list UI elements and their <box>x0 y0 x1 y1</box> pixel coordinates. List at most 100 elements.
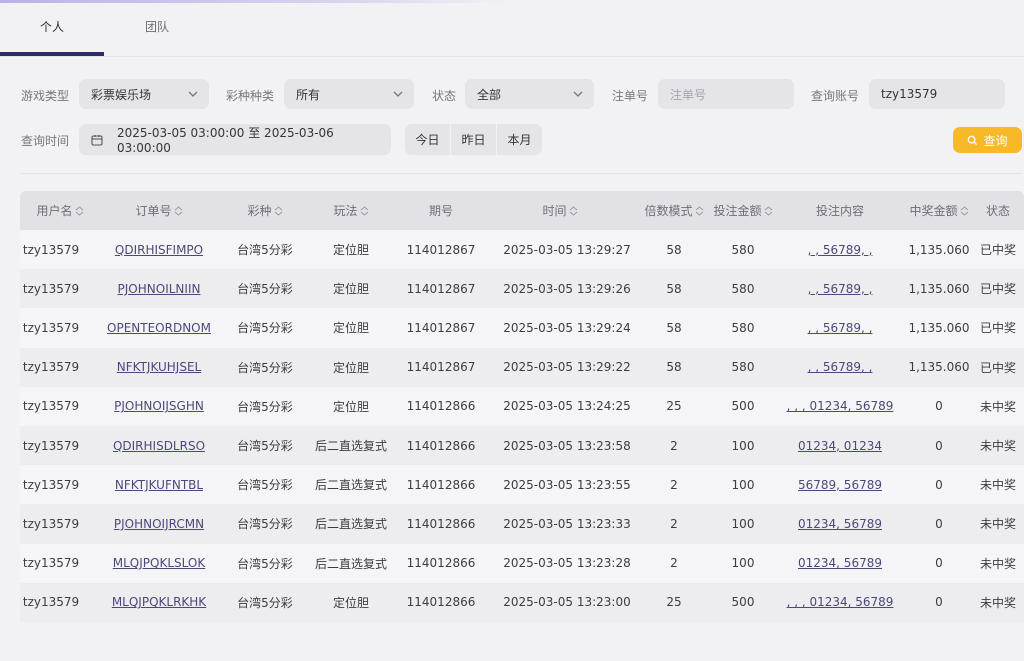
bet-content-link[interactable]: , , 56789, , <box>808 243 873 257</box>
chevron-down-icon <box>393 91 403 97</box>
order-no-link[interactable]: OPENTEORDNOM <box>107 321 211 335</box>
header-amount[interactable]: 投注金额 <box>708 191 778 230</box>
header-order-no[interactable]: 订单号 <box>100 191 218 230</box>
sort-icon <box>75 205 83 216</box>
tab-team[interactable]: 团队 <box>145 18 169 35</box>
cell-time-text: 2025-03-05 13:23:58 <box>503 438 631 453</box>
cell-time: 2025-03-05 13:23:33 <box>492 504 642 543</box>
account-value: tzy13579 <box>881 87 938 101</box>
order-no-link[interactable]: QDIRHISFIMPO <box>115 243 203 257</box>
query-button-label: 查询 <box>983 133 1008 148</box>
this-month-button[interactable]: 本月 <box>497 124 542 155</box>
bet-content-link[interactable]: 01234, 56789 <box>798 517 882 531</box>
cell-lottery-text: 台湾5分彩 <box>237 439 293 454</box>
order-no-link[interactable]: PJOHNOIJSGHN <box>114 399 204 413</box>
cell-play: 定位胆 <box>312 269 390 308</box>
order-no-link[interactable]: NFKTJKUHJSEL <box>117 360 201 374</box>
calendar-icon <box>91 134 103 146</box>
cell-issue: 114012866 <box>390 583 492 622</box>
cell-username-text: tzy13579 <box>22 516 80 531</box>
account-input[interactable]: tzy13579 <box>869 79 1005 109</box>
bet-content-link[interactable]: , , 56789, , <box>808 321 873 335</box>
cell-amount: 580 <box>708 269 778 308</box>
cell-username-text: tzy13579 <box>22 438 80 453</box>
sort-icon <box>569 205 577 216</box>
cell-lottery-text: 台湾5分彩 <box>237 321 293 336</box>
cell-win-text: 1,135.060 <box>908 281 970 296</box>
cell-win: 0 <box>902 426 976 465</box>
cell-multiple-text: 58 <box>666 320 682 335</box>
bet-content-link[interactable]: 56789, 56789 <box>798 478 882 492</box>
order-no-placeholder: 注单号 <box>670 87 707 102</box>
bet-content-link[interactable]: , , 56789, , <box>808 282 873 296</box>
order-no-label: 注单号 <box>612 89 649 103</box>
cell-status: 已中奖 <box>976 348 1020 387</box>
today-button[interactable]: 今日 <box>405 124 451 155</box>
cell-amount: 580 <box>708 308 778 347</box>
cell-multiple: 58 <box>640 308 708 347</box>
active-tab-indicator <box>0 52 104 56</box>
cell-time: 2025-03-05 13:23:00 <box>492 583 642 622</box>
header-win[interactable]: 中奖金额 <box>902 191 976 230</box>
cell-time-text: 2025-03-05 13:24:25 <box>503 399 631 414</box>
query-button[interactable]: 查询 <box>953 127 1022 153</box>
cell-username: tzy13579 <box>20 544 82 583</box>
sort-icon <box>274 205 282 216</box>
header-lottery[interactable]: 彩种 <box>218 191 312 230</box>
cell-order-no: OPENTEORDNOM <box>100 308 218 347</box>
header-multiple[interactable]: 倍数模式 <box>640 191 708 230</box>
cell-play-text: 后二直选复式 <box>314 556 387 571</box>
game-type-select[interactable]: 彩票娱乐场 <box>79 79 209 109</box>
order-no-link[interactable]: QDIRHISDLRSO <box>113 439 205 453</box>
cell-play-text: 定位胆 <box>332 360 369 375</box>
bet-content-link[interactable]: , , , 01234, 56789 <box>787 595 894 609</box>
lottery-type-value: 所有 <box>296 87 321 102</box>
cell-lottery: 台湾5分彩 <box>218 583 312 622</box>
cell-status: 未中奖 <box>976 387 1020 426</box>
header-time[interactable]: 时间 <box>492 191 628 230</box>
table-row: tzy13579 MLQJPQKLSLOK 台湾5分彩 后二直选复式 114012866… <box>20 543 1024 583</box>
cell-username: tzy13579 <box>20 426 82 465</box>
tab-bar: 个人 团队 <box>0 0 1024 57</box>
cell-issue: 114012867 <box>390 308 492 347</box>
header-username[interactable]: 用户名 <box>20 191 100 230</box>
cell-lottery-text: 台湾5分彩 <box>237 478 293 493</box>
order-no-link[interactable]: PJOHNOILNIIN <box>118 282 201 296</box>
table-row: tzy13579 NFKTJKUHJSEL 台湾5分彩 定位胆 114012867 202… <box>20 347 1024 387</box>
bet-content-link[interactable]: 01234, 01234 <box>798 439 882 453</box>
order-no-link[interactable]: MLQJPQKLSLOK <box>113 556 205 570</box>
cell-multiple: 25 <box>640 387 708 426</box>
cell-status-text: 未中奖 <box>979 595 1016 610</box>
cell-time-text: 2025-03-05 13:23:00 <box>503 595 631 610</box>
date-range-picker[interactable]: 2025-03-05 03:00:00 至 2025-03-06 03:00:0… <box>79 124 391 155</box>
cell-status: 已中奖 <box>976 308 1020 347</box>
bet-content-link[interactable]: 01234, 56789 <box>798 556 882 570</box>
cell-time: 2025-03-05 13:23:28 <box>492 544 642 583</box>
cell-amount-text: 500 <box>731 399 755 414</box>
order-no-link[interactable]: NFKTJKUFNTBL <box>115 478 203 492</box>
yesterday-button[interactable]: 昨日 <box>451 124 497 155</box>
order-no-link[interactable]: PJOHNOIJRCMN <box>114 517 204 531</box>
cell-win-text: 1,135.060 <box>908 320 970 335</box>
header-play[interactable]: 玩法 <box>312 191 390 230</box>
cell-amount: 100 <box>708 544 778 583</box>
cell-order-no: QDIRHISDLRSO <box>100 426 218 465</box>
cell-win: 0 <box>902 465 976 504</box>
bet-content-link[interactable]: , , 56789, , <box>808 360 873 374</box>
cell-multiple-text: 58 <box>666 281 682 296</box>
cell-status-text: 未中奖 <box>979 399 1016 414</box>
order-no-link[interactable]: MLQJPQKLRKHK <box>112 595 206 609</box>
cell-lottery-text: 台湾5分彩 <box>237 282 293 297</box>
cell-win-text: 1,135.060 <box>908 360 970 375</box>
cell-amount-text: 580 <box>731 281 755 296</box>
account-label: 查询账号 <box>811 89 860 103</box>
cell-issue-text: 114012867 <box>406 281 476 296</box>
lottery-type-select[interactable]: 所有 <box>284 79 414 109</box>
tab-personal[interactable]: 个人 <box>40 18 64 35</box>
cell-multiple: 58 <box>640 348 708 387</box>
order-no-input[interactable]: 注单号 <box>658 79 794 109</box>
table-row: tzy13579 PJOHNOIJRCMN 台湾5分彩 后二直选复式 114012866… <box>20 504 1024 544</box>
status-select[interactable]: 全部 <box>465 79 594 109</box>
bet-content-link[interactable]: , , , 01234, 56789 <box>787 399 894 413</box>
cell-username-text: tzy13579 <box>22 556 80 571</box>
